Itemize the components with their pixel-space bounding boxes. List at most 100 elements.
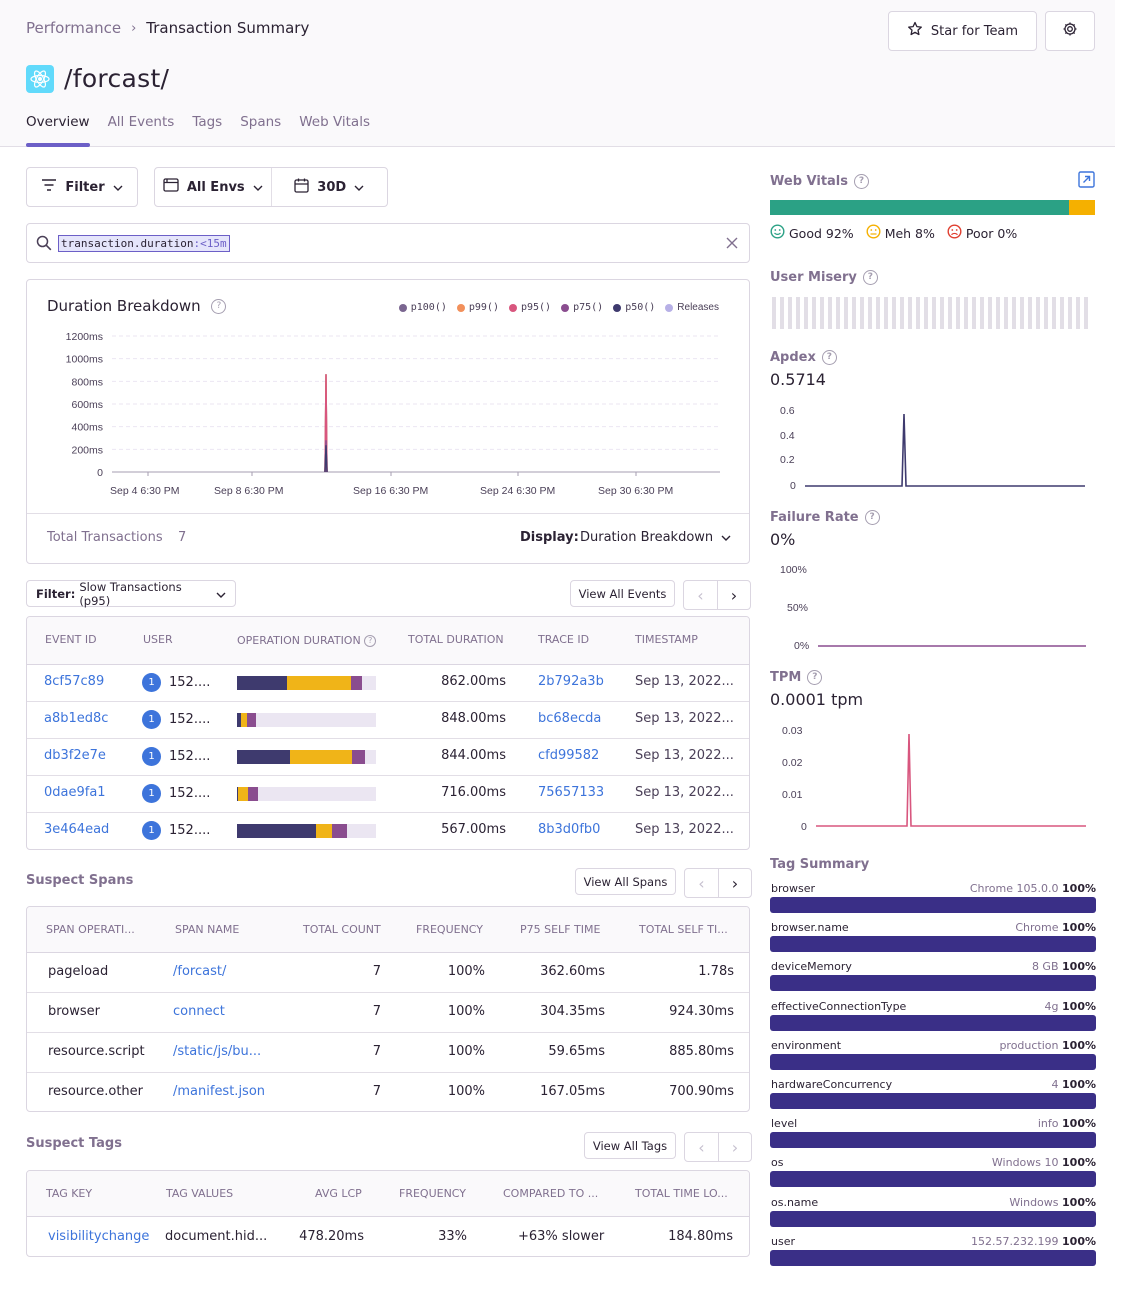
table-row[interactable]: db3f2e7e 1 152.... 844.00ms cfd99582 Sep 13, … (27, 739, 749, 776)
next-page-icon[interactable]: › (717, 581, 750, 609)
previous-page-icon[interactable]: ‹ (685, 1133, 718, 1161)
column-header[interactable]: TOTAL TIME LO... (635, 1187, 728, 1200)
event-id-link[interactable]: db3f2e7e (44, 748, 106, 763)
table-row[interactable]: 8cf57c89 1 152.... 862.00ms 2b792a3b Sep 13, … (27, 665, 749, 702)
next-page-icon[interactable]: › (718, 869, 751, 897)
breadcrumb-performance[interactable]: Performance (26, 19, 121, 37)
column-header[interactable]: TRACE ID (538, 633, 589, 646)
trace-id-link[interactable]: cfd99582 (538, 748, 599, 763)
view-all-events-button[interactable]: View All Events (570, 580, 675, 607)
span-name-link[interactable]: /static/js/bu... (173, 1044, 261, 1059)
column-header[interactable]: OPERATION DURATION ? (237, 634, 377, 647)
filter-button[interactable]: Filter (26, 167, 138, 207)
user-cell[interactable]: 1 152.... (142, 784, 210, 803)
table-row[interactable]: visibilitychange document.hid... 478.20m… (27, 1217, 749, 1256)
column-header[interactable]: TAG VALUES (166, 1187, 233, 1200)
table-row[interactable]: 0dae9fa1 1 152.... 716.00ms 75657133 Sep 13, … (27, 776, 749, 813)
tag-bar[interactable] (770, 1132, 1096, 1149)
event-id-link[interactable]: 0dae9fa1 (44, 785, 106, 800)
tag-summary-row[interactable]: environment production 100% (770, 1039, 1096, 1072)
help-icon[interactable]: ? (821, 350, 837, 365)
tag-summary-row[interactable]: os.name Windows 100% (770, 1196, 1096, 1229)
display-dropdown[interactable]: Duration Breakdown (580, 530, 731, 545)
tab-web-vitals[interactable]: Web Vitals (299, 114, 370, 146)
table-row[interactable]: browser connect 7 100% 304.35ms 924.30ms (27, 993, 749, 1033)
tag-summary-row[interactable]: effectiveConnectionType 4g 100% (770, 1000, 1096, 1033)
clear-search-icon[interactable] (726, 237, 738, 253)
tag-summary-row[interactable]: deviceMemory 8 GB 100% (770, 960, 1096, 993)
slow-transactions-filter[interactable]: Filter: Slow Transactions (p95) (26, 580, 236, 608)
column-header[interactable]: COMPARED TO ... (503, 1187, 598, 1200)
environment-dropdown[interactable]: All Envs (155, 168, 271, 206)
tag-summary-row[interactable]: os Windows 10 100% (770, 1156, 1096, 1189)
column-header[interactable]: TIMESTAMP (635, 633, 698, 646)
settings-button[interactable] (1045, 11, 1095, 51)
column-header[interactable]: P75 SELF TIME (520, 923, 600, 936)
table-row[interactable]: 3e464ead 1 152.... 567.00ms 8b3d0fb0 Sep 13, … (27, 813, 749, 849)
tag-bar[interactable] (770, 1053, 1096, 1070)
column-header[interactable]: FREQUENCY (399, 1187, 466, 1200)
next-page-icon[interactable]: › (718, 1133, 751, 1161)
web-vitals-bar[interactable] (770, 200, 1095, 215)
user-cell[interactable]: 1 152.... (142, 747, 210, 766)
column-header[interactable]: USER (143, 633, 173, 646)
user-cell[interactable]: 1 152.... (142, 710, 210, 729)
column-header[interactable]: SPAN NAME (175, 923, 239, 936)
trace-id-link[interactable]: bc68ecda (538, 711, 601, 726)
tag-bar[interactable] (770, 936, 1096, 953)
operation-duration-bar[interactable] (237, 676, 376, 690)
period-dropdown[interactable]: 30D (270, 168, 388, 206)
tab-all-events[interactable]: All Events (108, 114, 175, 146)
tag-bar[interactable] (770, 975, 1096, 992)
help-icon[interactable]: ? (864, 510, 880, 525)
search-query-token[interactable]: transaction.duration:<15m (58, 235, 230, 252)
event-id-link[interactable]: a8b1ed8c (44, 711, 108, 726)
open-link-icon[interactable] (1078, 171, 1095, 192)
table-row[interactable]: pageload/forcast/7 100% 362.60ms 1.78s (27, 953, 749, 993)
operation-duration-bar[interactable] (237, 713, 376, 727)
event-id-link[interactable]: 8cf57c89 (44, 674, 104, 689)
tag-summary-row[interactable]: browser Chrome 105.0.0 100% (770, 882, 1096, 915)
column-header[interactable]: FREQUENCY (416, 923, 483, 936)
tag-summary-row[interactable]: level info 100% (770, 1117, 1096, 1150)
help-icon[interactable]: ? (364, 635, 377, 647)
tag-bar[interactable] (770, 1014, 1096, 1031)
span-name-link[interactable]: /manifest.json (173, 1084, 265, 1099)
trace-id-link[interactable]: 2b792a3b (538, 674, 604, 689)
event-id-link[interactable]: 3e464ead (44, 822, 109, 837)
user-cell[interactable]: 1 152.... (142, 673, 210, 692)
table-row[interactable]: resource.script/static/js/bu... 7 100% 59.6… (27, 1033, 749, 1073)
column-header[interactable]: TOTAL SELF TI... (639, 923, 728, 936)
tab-spans[interactable]: Spans (240, 114, 281, 146)
view-all-spans-button[interactable]: View All Spans (575, 868, 676, 895)
view-all-tags-button[interactable]: View All Tags (584, 1132, 676, 1159)
tag-bar[interactable] (770, 1210, 1096, 1227)
tag-bar[interactable] (770, 1093, 1096, 1109)
operation-duration-bar[interactable] (237, 824, 376, 838)
table-row[interactable]: a8b1ed8c 1 152.... 848.00ms bc68ecda Sep 13, … (27, 702, 749, 739)
operation-duration-bar[interactable] (237, 787, 376, 801)
column-header[interactable]: EVENT ID (45, 633, 97, 646)
operation-duration-bar[interactable] (237, 750, 376, 764)
tab-overview[interactable]: Overview (26, 114, 90, 147)
search-bar[interactable]: transaction.duration:<15m (26, 223, 750, 263)
column-header[interactable]: TAG KEY (46, 1187, 92, 1200)
tag-bar[interactable] (770, 897, 1096, 913)
user-cell[interactable]: 1 152.... (142, 821, 210, 840)
column-header[interactable]: TOTAL DURATION (408, 633, 504, 646)
tag-key-link[interactable]: visibilitychange (48, 1229, 149, 1244)
column-header[interactable]: TOTAL COUNT (303, 923, 381, 936)
tag-bar[interactable] (770, 1171, 1096, 1188)
help-icon[interactable]: ? (807, 670, 823, 685)
trace-id-link[interactable]: 75657133 (538, 785, 604, 800)
tag-summary-row[interactable]: user 152.57.232.199 100% (770, 1235, 1096, 1268)
previous-page-icon[interactable]: ‹ (685, 869, 718, 897)
previous-page-icon[interactable]: ‹ (684, 581, 717, 609)
column-header[interactable]: SPAN OPERATI... (46, 923, 135, 936)
span-name-link[interactable]: /forcast/ (173, 964, 226, 979)
table-row[interactable]: resource.other/manifest.json 7 100% 167.05m… (27, 1073, 749, 1111)
help-icon[interactable]: ? (854, 174, 869, 189)
tag-summary-row[interactable]: browser.name Chrome 100% (770, 921, 1096, 954)
tab-tags[interactable]: Tags (192, 114, 222, 146)
help-icon[interactable]: ? (862, 270, 878, 285)
